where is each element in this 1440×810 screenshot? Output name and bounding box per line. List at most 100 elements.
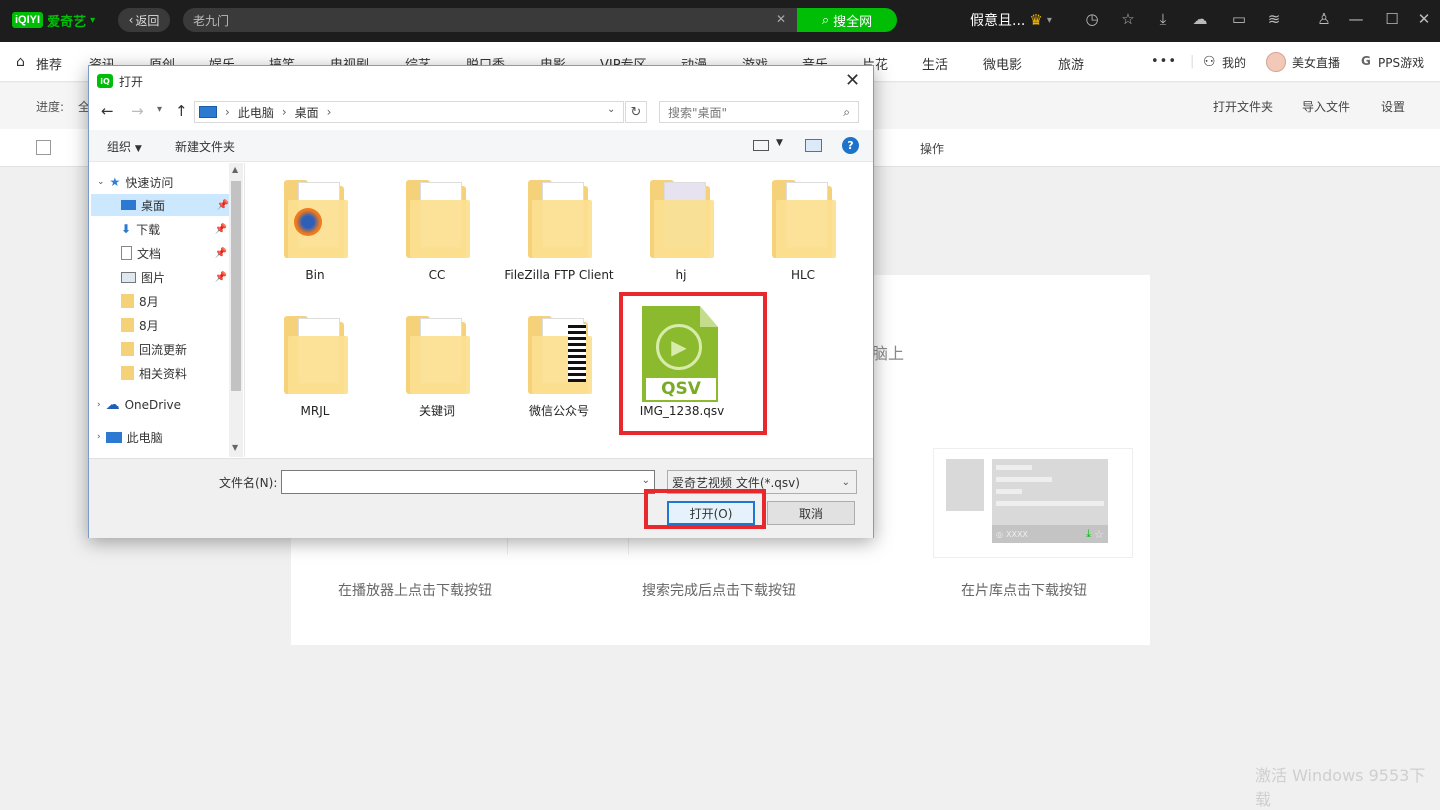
filter-icon[interactable]: ≋: [1264, 10, 1284, 28]
new-folder-button[interactable]: 新建文件夹: [175, 138, 235, 155]
dialog-title-bar: iQ 打开: [89, 66, 873, 96]
download-icon[interactable]: ⤓: [1153, 10, 1173, 28]
user-name: 假意且...: [970, 13, 1026, 29]
chevron-down-icon: ▼: [134, 144, 142, 154]
organize-label: 组织: [107, 140, 132, 154]
nav-my[interactable]: 我的: [1222, 54, 1246, 71]
divider: [507, 535, 508, 555]
import-file-button[interactable]: 导入文件: [1302, 98, 1350, 115]
chevron-down-icon[interactable]: ⌄: [642, 475, 650, 486]
file-item-folder[interactable]: [525, 314, 592, 396]
chevron-down-icon[interactable]: ⌄: [607, 104, 615, 115]
tree-quick-access[interactable]: ⌄ ★ 快速访问: [97, 171, 227, 193]
search-input[interactable]: [193, 13, 753, 27]
close-icon[interactable]: ✕: [845, 70, 860, 91]
back-arrow-icon[interactable]: ←: [101, 102, 114, 120]
nav-live[interactable]: 美女直播: [1292, 54, 1340, 71]
refresh-icon[interactable]: ↻: [625, 101, 647, 123]
close-icon[interactable]: ✕: [1414, 10, 1434, 28]
history-icon[interactable]: ◷: [1082, 10, 1102, 28]
more-button[interactable]: •••: [1151, 54, 1177, 69]
user-menu[interactable]: 假意且... ♛ ▾: [970, 10, 1052, 30]
nav-item[interactable]: 微电影: [983, 54, 1022, 73]
cloud-upload-icon[interactable]: ☁: [1190, 10, 1210, 28]
tree-pictures[interactable]: 图片 📌: [97, 266, 227, 288]
folder-icon: [284, 314, 348, 396]
chevron-down-icon[interactable]: ▼: [776, 138, 783, 148]
organize-button[interactable]: 组织 ▼: [107, 138, 142, 155]
message-icon[interactable]: ▭: [1229, 10, 1249, 28]
file-item-folder[interactable]: [281, 178, 348, 260]
forward-arrow-icon[interactable]: →: [131, 102, 144, 120]
search-icon: ⌕: [843, 104, 850, 119]
file-label: Bin: [305, 268, 325, 282]
search-all-button[interactable]: ⌕ 搜全网: [797, 8, 897, 32]
file-item-folder[interactable]: [403, 178, 470, 260]
scrollbar-thumb[interactable]: [231, 181, 241, 391]
skin-icon[interactable]: ♙: [1314, 10, 1334, 28]
search-placeholder: 搜索"桌面": [668, 105, 728, 120]
file-item-folder[interactable]: [647, 178, 714, 260]
iqiyi-logo[interactable]: iQIYI 爱奇艺 ▾: [12, 8, 102, 32]
play-icon: ◎: [996, 529, 1003, 539]
folder-icon: [121, 294, 134, 308]
open-button[interactable]: 打开(O): [667, 501, 755, 525]
qsv-file-label: IMG_1238.qsv: [639, 404, 725, 418]
maximize-icon[interactable]: ☐: [1382, 10, 1402, 28]
chevron-down-icon[interactable]: ▼: [232, 443, 238, 452]
dialog-search-input[interactable]: 搜索"桌面" ⌕: [659, 101, 859, 123]
tree-desktop[interactable]: 桌面 📌: [91, 194, 229, 216]
recent-dropdown-icon[interactable]: ▾: [157, 104, 162, 115]
scrollbar[interactable]: ▲ ▼: [229, 163, 243, 457]
file-label: MRJL: [300, 404, 330, 418]
minimize-icon[interactable]: —: [1346, 10, 1366, 28]
file-item-folder[interactable]: [525, 178, 592, 260]
mock-title: XXXX: [1005, 529, 1028, 539]
favorite-icon[interactable]: ☆: [1118, 10, 1138, 28]
clear-icon[interactable]: ✕: [776, 12, 786, 26]
download-icon: ⤓: [1086, 527, 1092, 540]
filename-input[interactable]: ⌄: [281, 470, 655, 494]
open-folder-button[interactable]: 打开文件夹: [1213, 98, 1273, 115]
folder-icon: [121, 342, 134, 356]
qr-code-icon: [568, 324, 586, 382]
file-label: HLC: [790, 268, 816, 282]
cancel-button[interactable]: 取消: [767, 501, 855, 525]
view-icon[interactable]: [753, 140, 769, 151]
back-button[interactable]: ‹ 返回: [118, 8, 170, 32]
nav-item[interactable]: 推荐: [36, 54, 62, 73]
download-icon: ⬇: [121, 222, 132, 236]
tree-downloads[interactable]: ⬇ 下载 📌: [97, 218, 227, 240]
breadcrumb-item[interactable]: 此电脑: [238, 104, 274, 121]
file-item-folder[interactable]: [403, 314, 470, 396]
tree-onedrive[interactable]: › ☁ OneDrive: [97, 394, 227, 416]
divider: [628, 535, 629, 555]
folder-icon: [121, 318, 134, 332]
preview-pane-icon[interactable]: [805, 139, 822, 152]
filetype-value: 爱奇艺视频 文件(*.qsv): [672, 475, 800, 490]
tree-this-pc[interactable]: › 此电脑: [97, 426, 227, 448]
file-item-folder[interactable]: [281, 314, 348, 396]
nav-item[interactable]: 生活: [922, 54, 948, 73]
breadcrumb-item[interactable]: 桌面: [295, 104, 319, 121]
breadcrumb[interactable]: › 此电脑 › 桌面 › ⌄: [194, 101, 624, 123]
tree-folder[interactable]: 回流更新: [97, 338, 227, 360]
tree-documents[interactable]: 文档 📌: [97, 242, 227, 264]
tree-folder[interactable]: 8月: [97, 290, 227, 312]
nav-pps[interactable]: PPS游戏: [1378, 54, 1424, 71]
star-icon: ☆: [1094, 527, 1104, 541]
file-item-folder[interactable]: [769, 178, 836, 260]
nav-item[interactable]: 旅游: [1058, 54, 1084, 73]
up-arrow-icon[interactable]: ↑: [175, 102, 188, 120]
select-all-checkbox[interactable]: [36, 140, 51, 155]
help-icon[interactable]: ?: [842, 137, 859, 154]
chevron-up-icon[interactable]: ▲: [232, 165, 238, 174]
qsv-file-item[interactable]: ▶ QSV: [642, 306, 720, 404]
desktop-icon: [121, 200, 136, 210]
chevron-left-icon: ‹: [128, 13, 134, 27]
tree-folder[interactable]: 相关资料: [97, 362, 227, 384]
firefox-icon: [294, 208, 322, 236]
tree-folder[interactable]: 8月: [97, 314, 227, 336]
settings-button[interactable]: 设置: [1381, 98, 1405, 115]
tree-label: OneDrive: [124, 398, 182, 412]
